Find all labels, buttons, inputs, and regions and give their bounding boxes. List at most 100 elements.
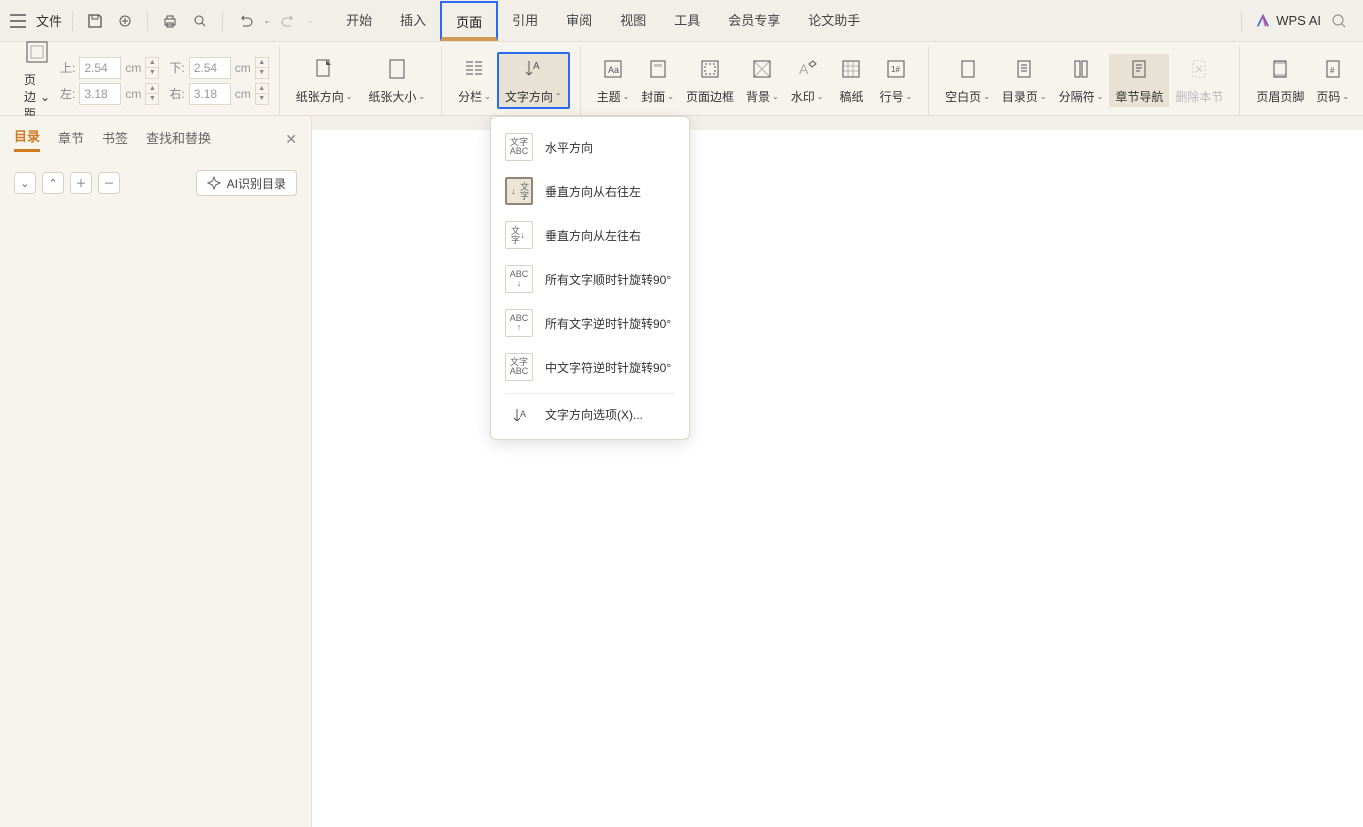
dd-rotate-cw-icon: ABC↓ <box>505 265 533 293</box>
margin-bottom-input[interactable] <box>189 57 231 79</box>
dd-rotate-cw[interactable]: ABC↓ 所有文字顺时针旋转90° <box>491 257 689 301</box>
line-number-icon: 1# <box>883 56 909 82</box>
sidepanel-close-icon[interactable]: ✕ <box>285 131 297 148</box>
margin-right-input[interactable] <box>189 83 231 105</box>
theme-button[interactable]: Aa 主题⌄ <box>591 54 636 107</box>
page-number-button[interactable]: # 页码⌄ <box>1310 54 1355 107</box>
wps-ai-logo-icon <box>1256 14 1270 28</box>
svg-text:A: A <box>520 409 526 419</box>
paper-size-button[interactable]: 纸张大小⌄ <box>362 54 431 107</box>
margin-left-input[interactable] <box>79 83 121 105</box>
search-icon[interactable] <box>1331 13 1347 29</box>
redo-icon[interactable] <box>277 9 301 33</box>
export-icon[interactable] <box>113 9 137 33</box>
tab-reference[interactable]: 引用 <box>498 1 552 41</box>
svg-text:A: A <box>799 61 809 77</box>
print-icon[interactable] <box>158 9 182 33</box>
menu-bar: 文件 ⌄ ⌄ 开始 插入 页面 引用 审阅 视图 工具 会员专享 <box>0 0 1363 42</box>
columns-button[interactable]: 分栏⌄ <box>452 54 497 107</box>
add-button[interactable]: ＋ <box>70 172 92 194</box>
sidepanel-tab-chapter[interactable]: 章节 <box>58 128 84 151</box>
document-page[interactable] <box>312 130 1363 827</box>
remove-button[interactable]: － <box>98 172 120 194</box>
header-footer-icon <box>1267 56 1293 82</box>
blank-page-icon <box>955 56 981 82</box>
redo-caret[interactable]: ⌄ <box>307 15 315 26</box>
group-paper: 纸张方向⌄ 纸张大小⌄ <box>280 46 442 115</box>
margin-bottom-label: 下: <box>169 59 184 76</box>
paper-orient-button[interactable]: 纸张方向⌄ <box>290 54 359 107</box>
tab-thesis[interactable]: 论文助手 <box>794 1 874 41</box>
sidepanel-tab-toc[interactable]: 目录 <box>14 126 40 152</box>
watermark-button[interactable]: A 水印⌄ <box>785 54 830 107</box>
dd-horizontal[interactable]: 文字ABC 水平方向 <box>491 125 689 169</box>
svg-text:1#: 1# <box>891 65 900 74</box>
margin-left-spinner[interactable]: ▲▼ <box>145 83 159 105</box>
ai-sparkle-icon <box>207 176 221 190</box>
margin-right-spinner[interactable]: ▲▼ <box>255 83 269 105</box>
dd-cjk-ccw-icon: 文字ABC <box>505 353 533 381</box>
delete-section-button[interactable]: 删除本节 <box>1169 54 1229 107</box>
text-direction-button[interactable]: A 文字方向⌃ <box>497 52 570 109</box>
svg-text:Aa: Aa <box>608 65 619 75</box>
sidepanel-tab-bookmark[interactable]: 书签 <box>102 128 128 151</box>
menu-tabs: 开始 插入 页面 引用 审阅 视图 工具 会员专享 论文助手 <box>332 1 874 41</box>
tab-vip[interactable]: 会员专享 <box>714 1 794 41</box>
margin-top-input[interactable] <box>79 57 121 79</box>
group-margins: 页边距⌄ 上: cm ▲▼ 左: cm ▲▼ 下: cm ▲▼ <box>14 46 280 115</box>
tab-view[interactable]: 视图 <box>606 1 660 41</box>
save-icon[interactable] <box>83 9 107 33</box>
toc-page-button[interactable]: 目录页⌄ <box>996 54 1053 107</box>
dd-more-options[interactable]: A 文字方向选项(X)... <box>491 398 689 431</box>
margin-top-label: 上: <box>60 59 75 76</box>
ai-toc-button[interactable]: AI识别目录 <box>196 170 297 196</box>
line-number-button[interactable]: 1# 行号⌄ <box>873 54 918 107</box>
tab-start[interactable]: 开始 <box>332 1 386 41</box>
dd-cjk-ccw[interactable]: 文字ABC 中文字符逆时针旋转90° <box>491 345 689 389</box>
sidepanel-tab-find[interactable]: 查找和替换 <box>146 128 211 151</box>
margin-bottom-spinner[interactable]: ▲▼ <box>255 57 269 79</box>
tab-page[interactable]: 页面 <box>440 1 498 41</box>
page-margin-button[interactable]: 页边距⌄ <box>24 71 50 122</box>
dd-vertical-rtl-icon: 文字→ <box>505 177 533 205</box>
background-button[interactable]: 背景⌄ <box>740 54 785 107</box>
cover-button[interactable]: 封面⌄ <box>635 54 680 107</box>
print-preview-icon[interactable] <box>188 9 212 33</box>
menubar-left: 文件 ⌄ ⌄ <box>6 9 314 33</box>
ribbon: 页边距⌄ 上: cm ▲▼ 左: cm ▲▼ 下: cm ▲▼ <box>0 42 1363 116</box>
toc-page-icon <box>1011 56 1037 82</box>
sidepanel-controls: ⌄ ⌃ ＋ － AI识别目录 <box>14 170 297 196</box>
page-border-button[interactable]: 页面边框 <box>680 54 740 107</box>
background-icon <box>749 56 775 82</box>
collapse-up-button[interactable]: ⌃ <box>42 172 64 194</box>
menu-icon[interactable] <box>6 9 30 33</box>
wps-ai-button[interactable]: WPS AI <box>1256 13 1321 28</box>
expand-down-button[interactable]: ⌄ <box>14 172 36 194</box>
file-menu[interactable]: 文件 <box>36 11 62 30</box>
undo-icon[interactable] <box>233 9 257 33</box>
wps-ai-label: WPS AI <box>1276 13 1321 28</box>
header-footer-button[interactable]: 页眉页脚 <box>1250 54 1310 107</box>
chapter-nav-button[interactable]: 章节导航 <box>1109 54 1169 107</box>
theme-icon: Aa <box>600 56 626 82</box>
text-direction-icon: A <box>520 56 546 82</box>
delete-section-icon <box>1186 56 1212 82</box>
separator-button[interactable]: 分隔符⌄ <box>1053 54 1110 107</box>
undo-caret[interactable]: ⌄ <box>263 15 271 26</box>
dd-vertical-rtl[interactable]: 文字→ 垂直方向从右往左 <box>491 169 689 213</box>
margin-top-spinner[interactable]: ▲▼ <box>145 57 159 79</box>
grid-paper-button[interactable]: 稿纸 <box>829 54 873 107</box>
dd-vertical-ltr[interactable]: 文字→ 垂直方向从左往右 <box>491 213 689 257</box>
dd-more-icon: A <box>505 407 533 423</box>
tab-insert[interactable]: 插入 <box>386 1 440 41</box>
tab-tools[interactable]: 工具 <box>660 1 714 41</box>
margin-unit: cm <box>125 61 141 75</box>
tab-review[interactable]: 审阅 <box>552 1 606 41</box>
dd-horizontal-icon: 文字ABC <box>505 133 533 161</box>
dd-rotate-ccw[interactable]: ABC↑ 所有文字逆时针旋转90° <box>491 301 689 345</box>
document-area <box>312 116 1363 827</box>
margin-right-label: 右: <box>169 85 184 102</box>
side-panel: 目录 章节 书签 查找和替换 ✕ ⌄ ⌃ ＋ － AI识别目录 <box>0 116 312 827</box>
chapter-nav-icon <box>1126 56 1152 82</box>
blank-page-button[interactable]: 空白页⌄ <box>939 54 996 107</box>
